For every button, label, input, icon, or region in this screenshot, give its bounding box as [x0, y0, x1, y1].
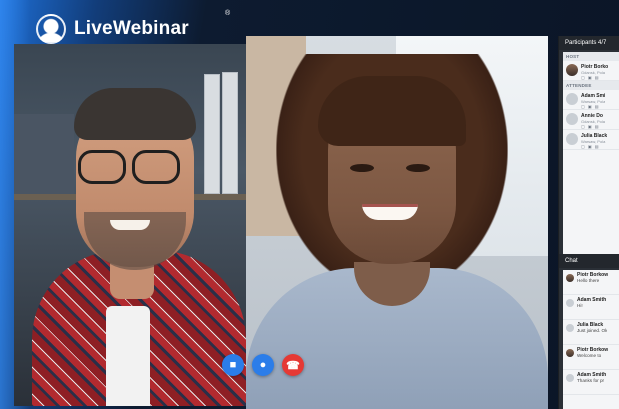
microphone-icon: ● — [259, 359, 267, 371]
app-logo: LiveWebinar ® — [36, 10, 230, 44]
avatar — [566, 324, 574, 332]
participant-media-icons: ▢ ▣ ▤ — [581, 104, 600, 109]
left-eye — [350, 164, 374, 172]
participants-list: HOST Piotr Borko Gdansk, Pola ▢ ▣ ▤ ATTE… — [563, 52, 619, 262]
avatar — [566, 349, 574, 357]
chat-header: Chat — [559, 254, 619, 268]
chat-text: Thanks for pr — [577, 378, 605, 383]
avatar — [566, 133, 578, 145]
avatar — [566, 64, 578, 76]
hair-front — [318, 76, 466, 146]
chat-text: Hi! — [577, 303, 583, 308]
glasses-right-lens — [132, 150, 180, 184]
end-call-button[interactable]: ☎ — [282, 354, 304, 376]
chat-message: Piotr Borkow Hello there — [563, 270, 619, 295]
chat-message: Julia Black Just joined. Ok — [563, 320, 619, 345]
chat-message: Adam Smith Hi! — [563, 295, 619, 320]
background-binder — [222, 72, 238, 194]
participant-row[interactable]: Adam Smi Warsaw, Pola ▢ ▣ ▤ — [563, 90, 619, 110]
registered-mark: ® — [225, 10, 231, 17]
host-section-label: HOST — [563, 52, 619, 61]
chat-messages: Piotr Borkow Hello there Adam Smith Hi! … — [563, 270, 619, 409]
webinar-stage: LiveWebinar ® ■ ● ☎ Participants 4/7 HOS… — [0, 0, 619, 409]
participants-header: Participants 4/7 — [559, 36, 619, 50]
avatar — [566, 274, 574, 282]
participant-row-host[interactable]: Piotr Borko Gdansk, Pola ▢ ▣ ▤ — [563, 61, 619, 81]
background-cabinet — [14, 114, 74, 194]
glasses-left-lens — [78, 150, 126, 184]
chat-text: Just joined. Ok — [577, 328, 608, 333]
participant-media-icons: ▢ ▣ ▤ — [581, 124, 600, 129]
video-camera-icon: ■ — [229, 359, 237, 371]
attendee-section-label: ATTENDEE — [563, 81, 619, 90]
chat-message: Adam Smith Thanks for pr — [563, 370, 619, 395]
chat-text: Welcome to — [577, 353, 602, 358]
camera-button[interactable]: ■ — [222, 354, 244, 376]
livewebinar-logo-icon — [36, 14, 66, 44]
smile — [110, 220, 150, 230]
right-eye — [406, 164, 430, 172]
logo-text: LiveWebinar — [74, 18, 189, 39]
participant-media-icons: ▢ ▣ ▤ — [581, 144, 600, 149]
phone-hangup-icon: ☎ — [286, 359, 300, 372]
call-controls: ■ ● ☎ — [222, 354, 304, 376]
avatar — [566, 374, 574, 382]
white-tshirt — [106, 306, 150, 406]
avatar — [566, 299, 574, 307]
background-binder — [204, 74, 220, 194]
participant-media-icons: ▢ ▣ ▤ — [581, 75, 600, 80]
avatar — [566, 113, 578, 125]
avatar — [566, 93, 578, 105]
side-panel: Participants 4/7 HOST Piotr Borko Gdansk… — [558, 36, 619, 409]
smile — [362, 204, 418, 220]
video-tile-presenter-1[interactable] — [14, 44, 246, 406]
participant-row[interactable]: Julia Black Warsaw, Pola ▢ ▣ ▤ — [563, 130, 619, 150]
chat-message: Piotr Borkow Welcome to — [563, 345, 619, 370]
chat-text: Hello there — [577, 278, 600, 283]
participant-row[interactable]: Annie Do Gdansk, Pola ▢ ▣ ▤ — [563, 110, 619, 130]
microphone-button[interactable]: ● — [252, 354, 274, 376]
hair — [74, 88, 196, 140]
